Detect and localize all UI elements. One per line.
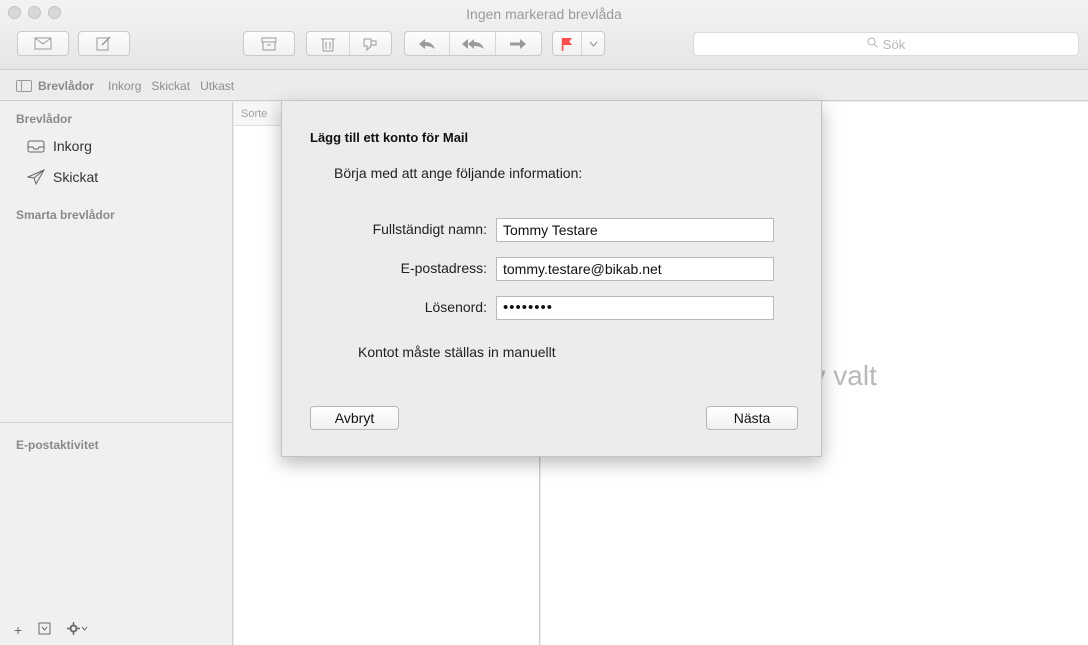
sidebar-bottom-bar: +	[0, 615, 233, 645]
favorite-inkorg[interactable]: Inkorg	[108, 79, 141, 93]
full-name-label: Fullständigt namn:	[372, 221, 487, 237]
flag-button[interactable]	[553, 32, 583, 55]
trash-button[interactable]	[307, 32, 350, 55]
full-name-field[interactable]: Tommy Testare	[496, 218, 774, 242]
delete-junk-group	[306, 31, 392, 56]
get-mail-button[interactable]	[17, 31, 69, 56]
reply-icon	[419, 38, 436, 49]
flag-menu-button[interactable]	[582, 32, 604, 55]
archive-button[interactable]	[243, 31, 295, 56]
envelope-icon	[34, 37, 52, 50]
search-input[interactable]: Sök	[693, 32, 1079, 56]
sidebar-icon	[16, 79, 32, 92]
manual-setup-note: Kontot måste ställas in manuellt	[358, 344, 556, 360]
cancel-button[interactable]: Avbryt	[310, 406, 399, 430]
sidebar-section-activity: E-postaktivitet	[16, 438, 99, 452]
paper-plane-icon	[27, 169, 45, 185]
reply-all-button[interactable]	[450, 32, 496, 55]
sidebar-item-skickat[interactable]: Skickat	[27, 169, 98, 185]
inbox-icon	[27, 140, 45, 152]
favorite-skickat[interactable]: Skickat	[151, 79, 190, 93]
plus-icon[interactable]: +	[14, 622, 22, 638]
window-titlebar: Ingen markerad brevlåda Sök	[0, 0, 1088, 70]
reply-button[interactable]	[405, 32, 451, 55]
sidebar-divider	[0, 422, 233, 423]
junk-button[interactable]	[350, 32, 392, 55]
password-label: Lösenord:	[424, 299, 487, 315]
dialog-intro: Börja med att ange följande information:	[334, 165, 583, 181]
dialog-title: Lägg till ett konto för Mail	[310, 130, 469, 145]
email-label: E-postadress:	[400, 260, 487, 276]
trash-icon	[320, 38, 335, 51]
sidebar-section-mailboxes[interactable]: Brevlådor	[16, 112, 72, 126]
mailbox-toggle-icon[interactable]	[38, 622, 51, 638]
forward-button[interactable]	[496, 32, 541, 55]
sidebar-section-smart-mailboxes[interactable]: Smarta brevlådor	[16, 208, 115, 222]
add-account-dialog: Lägg till ett konto för Mail Börja med a…	[281, 101, 822, 457]
archive-icon	[261, 37, 277, 50]
favorites-bar: Brevlådor Inkorg Skickat Utkast	[0, 71, 1088, 101]
reply-all-icon	[461, 38, 484, 49]
chevron-down-icon	[589, 41, 598, 47]
junk-icon	[363, 38, 377, 51]
flag-group	[552, 31, 605, 56]
search-icon	[867, 37, 878, 51]
favorite-utkast[interactable]: Utkast	[200, 79, 234, 93]
sort-label: Sorte	[241, 108, 268, 120]
gear-icon[interactable]	[67, 622, 89, 638]
sidebar-item-label: Skickat	[53, 169, 99, 185]
forward-icon	[510, 38, 527, 49]
sidebar-item-inkorg[interactable]: Inkorg	[27, 138, 92, 154]
window-title: Ingen markerad brevlåda	[466, 6, 622, 22]
password-field[interactable]: ••••••••	[496, 296, 774, 320]
sidebar: Brevlådor Inkorg Skickat Smarta brevlådo…	[0, 102, 233, 645]
sidebar-item-label: Inkorg	[53, 138, 92, 154]
next-button[interactable]: Nästa	[706, 406, 798, 430]
reply-group	[404, 31, 542, 56]
mailboxes-label: Brevlådor	[38, 78, 95, 93]
compose-icon	[96, 36, 111, 51]
compose-button[interactable]	[78, 31, 130, 56]
email-field[interactable]: tommy.testare@bikab.net	[496, 257, 774, 281]
flag-icon	[561, 37, 573, 51]
mailboxes-toggle-button[interactable]: Brevlådor	[16, 79, 94, 93]
search-placeholder: Sök	[882, 36, 906, 52]
